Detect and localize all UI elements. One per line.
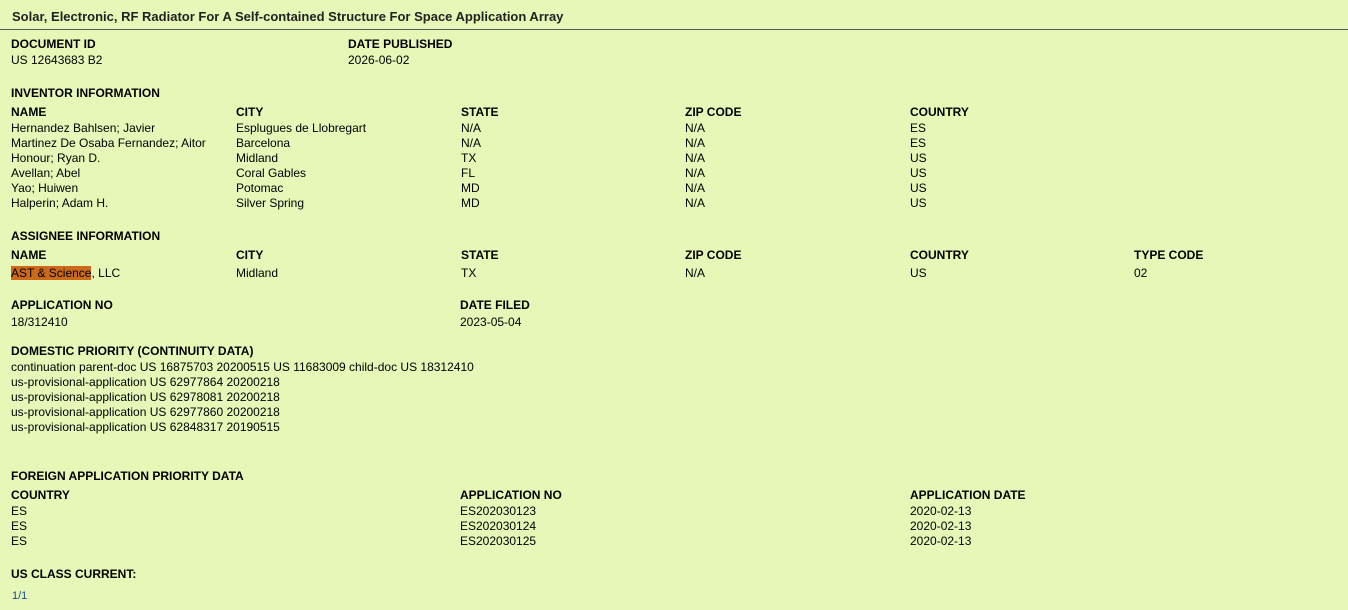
inventor-country: US bbox=[910, 181, 927, 195]
domestic-priority-line: us-provisional-application US 62848317 2… bbox=[11, 420, 280, 434]
application-no-label: APPLICATION NO bbox=[11, 298, 113, 312]
inventor-city: Midland bbox=[236, 151, 279, 165]
inventor-state: MD bbox=[461, 196, 480, 210]
foreign-countries: ES ES ES bbox=[11, 504, 27, 549]
foreign-application-nos: ES202030123 ES202030124 ES202030125 bbox=[460, 504, 536, 549]
inventor-state: MD bbox=[461, 181, 480, 195]
date-published-label: DATE PUBLISHED bbox=[348, 37, 453, 51]
inventor-zip: N/A bbox=[685, 121, 706, 135]
inventor-zip: N/A bbox=[685, 136, 706, 150]
foreign-application-dates: 2020-02-13 2020-02-13 2020-02-13 bbox=[910, 504, 971, 549]
inventor-city: Potomac bbox=[236, 181, 284, 195]
application-no-value: 18/312410 bbox=[11, 315, 68, 329]
inventor-state: FL bbox=[461, 166, 476, 180]
page-indicator: 1/1 bbox=[12, 590, 28, 602]
domestic-priority-line: us-provisional-application US 62977864 2… bbox=[11, 375, 280, 389]
inventor-zip: N/A bbox=[685, 181, 706, 195]
inventor-col-city: CITY bbox=[236, 105, 264, 119]
inventor-countries: ES ES US US US US bbox=[910, 121, 927, 211]
assignee-type-code: 02 bbox=[1134, 266, 1148, 280]
us-class-heading: US CLASS CURRENT: bbox=[11, 567, 137, 581]
inventor-zip: N/A bbox=[685, 151, 706, 165]
inventor-cities: Esplugues de Llobregart Barcelona Midlan… bbox=[236, 121, 366, 211]
assignee-name-rest: , LLC bbox=[91, 266, 121, 280]
inventor-name: Yao; Huiwen bbox=[11, 181, 79, 195]
inventor-city: Esplugues de Llobregart bbox=[236, 121, 367, 135]
foreign-application-no: ES202030124 bbox=[460, 519, 537, 533]
domestic-priority-heading: DOMESTIC PRIORITY (CONTINUITY DATA) bbox=[11, 344, 254, 358]
inventor-name: Avellan; Abel bbox=[11, 166, 81, 180]
assignee-col-country: COUNTRY bbox=[910, 248, 969, 262]
assignee-country: US bbox=[910, 266, 927, 280]
document-id-value: US 12643683 B2 bbox=[11, 53, 103, 67]
inventor-col-zip: ZIP CODE bbox=[685, 105, 742, 119]
inventor-state: N/A bbox=[461, 136, 482, 150]
assignee-col-name: NAME bbox=[11, 248, 47, 262]
document-title: Solar, Electronic, RF Radiator For A Sel… bbox=[12, 9, 564, 24]
inventor-city: Silver Spring bbox=[236, 196, 305, 210]
assignee-col-type-code: TYPE CODE bbox=[1134, 248, 1204, 262]
inventor-state: TX bbox=[461, 151, 477, 165]
inventor-col-name: NAME bbox=[11, 105, 47, 119]
inventor-name: Hernandez Bahlsen; Javier bbox=[11, 121, 156, 135]
assignee-name-highlight: AST & Science bbox=[11, 266, 92, 280]
foreign-country: ES bbox=[11, 519, 28, 533]
domestic-priority-line: us-provisional-application US 62977860 2… bbox=[11, 405, 280, 419]
assignee-city: Midland bbox=[236, 266, 279, 280]
inventor-zip: N/A bbox=[685, 196, 706, 210]
assignee-col-city: CITY bbox=[236, 248, 264, 262]
foreign-priority-heading: FOREIGN APPLICATION PRIORITY DATA bbox=[11, 469, 244, 483]
inventor-name: Martinez De Osaba Fernandez; Aitor bbox=[11, 136, 206, 150]
inventor-names: Hernandez Bahlsen; Javier Martinez De Os… bbox=[11, 121, 206, 211]
inventor-heading: INVENTOR INFORMATION bbox=[11, 86, 160, 100]
foreign-col-application-no: APPLICATION NO bbox=[460, 488, 562, 502]
foreign-col-application-date: APPLICATION DATE bbox=[910, 488, 1026, 502]
inventor-city: Coral Gables bbox=[236, 166, 307, 180]
inventor-states: N/A N/A TX FL MD MD bbox=[461, 121, 481, 211]
foreign-application-date: 2020-02-13 bbox=[910, 519, 972, 533]
inventor-name: Halperin; Adam H. bbox=[11, 196, 109, 210]
inventor-name: Honour; Ryan D. bbox=[11, 151, 101, 165]
assignee-name: AST & Science, LLC bbox=[11, 266, 120, 280]
foreign-col-country: COUNTRY bbox=[11, 488, 70, 502]
foreign-country: ES bbox=[11, 504, 28, 518]
inventor-zip: N/A bbox=[685, 166, 706, 180]
domestic-priority-line: us-provisional-application US 62978081 2… bbox=[11, 390, 280, 404]
inventor-country: ES bbox=[910, 136, 927, 150]
assignee-state: TX bbox=[461, 266, 477, 280]
foreign-application-no: ES202030123 bbox=[460, 504, 537, 518]
inventor-country: US bbox=[910, 166, 927, 180]
inventor-country: US bbox=[910, 196, 927, 210]
inventor-city: Barcelona bbox=[236, 136, 291, 150]
foreign-application-date: 2020-02-13 bbox=[910, 534, 972, 548]
inventor-state: N/A bbox=[461, 121, 482, 135]
foreign-application-date: 2020-02-13 bbox=[910, 504, 972, 518]
title-divider bbox=[0, 29, 1348, 30]
foreign-application-no: ES202030125 bbox=[460, 534, 537, 548]
foreign-country: ES bbox=[11, 534, 28, 548]
assignee-zip: N/A bbox=[685, 266, 706, 280]
domestic-priority-line: continuation parent-doc US 16875703 2020… bbox=[11, 360, 474, 374]
date-published-value: 2026-06-02 bbox=[348, 53, 410, 67]
inventor-col-state: STATE bbox=[461, 105, 499, 119]
assignee-col-state: STATE bbox=[461, 248, 499, 262]
assignee-col-zip: ZIP CODE bbox=[685, 248, 742, 262]
assignee-heading: ASSIGNEE INFORMATION bbox=[11, 229, 161, 243]
inventor-country: ES bbox=[910, 121, 927, 135]
date-filed-label: DATE FILED bbox=[460, 298, 530, 312]
inventor-col-country: COUNTRY bbox=[910, 105, 969, 119]
document-id-label: DOCUMENT ID bbox=[11, 37, 96, 51]
date-filed-value: 2023-05-04 bbox=[460, 315, 522, 329]
domestic-priority-list: continuation parent-doc US 16875703 2020… bbox=[11, 360, 474, 435]
inventor-country: US bbox=[910, 151, 927, 165]
inventor-zips: N/A N/A N/A N/A N/A N/A bbox=[685, 121, 705, 211]
